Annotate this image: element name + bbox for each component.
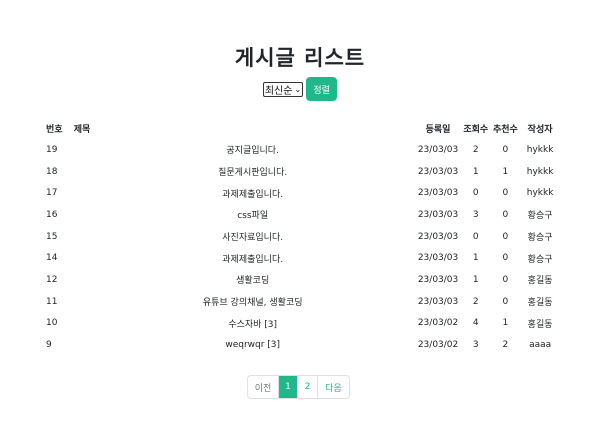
- table-row: 14 과제제출입니다. 23/03/03 1 0 황승구: [40, 247, 560, 269]
- post-views: 3: [472, 209, 479, 220]
- post-recommend: 0: [502, 274, 509, 285]
- post-author: aaaa: [529, 340, 552, 351]
- post-number: 15: [46, 231, 58, 242]
- page-1-button[interactable]: 1: [279, 376, 298, 398]
- table-row: 11 유튜브 강의채널, 생활코딩 23/03/03 2 0 홍길동: [40, 291, 560, 313]
- sort-button[interactable]: 정렬: [306, 77, 338, 101]
- next-page-button[interactable]: 다음: [318, 376, 349, 398]
- post-number: 16: [46, 209, 58, 220]
- post-views: 3: [472, 340, 479, 351]
- table-row: 19 공지글입니다. 23/03/03 2 0 hykkk: [40, 139, 560, 161]
- chevron-down-icon: ⌄: [294, 84, 302, 94]
- post-number: 10: [46, 318, 58, 329]
- table-row: 9 weqrwqr [3] 23/03/02 3 2 aaaa: [40, 334, 560, 356]
- post-date: 23/03/03: [417, 188, 459, 199]
- post-author: hykkk: [526, 166, 554, 177]
- post-recommend: 0: [502, 188, 509, 199]
- column-header-recommend: 추천수: [492, 124, 518, 135]
- post-title-link[interactable]: 사진자료입니다.: [90, 226, 415, 248]
- post-author: hykkk: [526, 188, 554, 199]
- post-views: 2: [472, 144, 479, 155]
- post-recommend: 0: [502, 144, 509, 155]
- post-number: 17: [46, 188, 58, 199]
- post-date: 23/03/02: [417, 318, 459, 329]
- post-title-link[interactable]: 공지글입니다.: [90, 139, 415, 161]
- post-views: 0: [472, 188, 479, 199]
- post-number: 11: [46, 296, 58, 307]
- prev-page-button[interactable]: 이전: [248, 376, 279, 398]
- page-title: 게시글 리스트: [234, 45, 366, 70]
- table-row: 10 수스자바 [3] 23/03/02 4 1 홍길동: [40, 313, 560, 335]
- column-header-date: 등록일: [425, 124, 451, 135]
- post-recommend: 1: [502, 318, 509, 329]
- post-author: 홍길동: [527, 298, 553, 309]
- column-header-number-title: 번호 제목: [46, 124, 91, 135]
- post-recommend: 0: [502, 253, 509, 264]
- post-views: 1: [472, 274, 479, 285]
- post-author: 홍길동: [527, 319, 553, 330]
- post-author: hykkk: [526, 144, 554, 155]
- post-recommend: 0: [502, 231, 509, 242]
- post-title-link[interactable]: 과제제출입니다.: [90, 182, 415, 204]
- post-date: 23/03/03: [417, 209, 459, 220]
- post-title-link[interactable]: 생활코딩: [90, 269, 415, 291]
- post-number: 19: [46, 144, 58, 155]
- post-author: 홍길동: [527, 276, 553, 287]
- post-number: 12: [46, 274, 58, 285]
- post-title-link[interactable]: 질문게시판입니다.: [90, 161, 415, 183]
- post-date: 23/03/03: [417, 253, 459, 264]
- post-recommend: 2: [502, 340, 509, 351]
- post-date: 23/03/03: [417, 296, 459, 307]
- post-views: 1: [472, 166, 479, 177]
- post-date: 23/03/03: [417, 144, 459, 155]
- table-row: 15 사진자료입니다. 23/03/03 0 0 황승구: [40, 226, 560, 248]
- pagination: 이전 1 2 다음: [247, 375, 350, 399]
- page-2-button[interactable]: 2: [298, 376, 318, 398]
- column-header-views: 조회수: [463, 124, 489, 135]
- post-recommend: 0: [502, 296, 509, 307]
- table-row: 17 과제제출입니다. 23/03/03 0 0 hykkk: [40, 182, 560, 204]
- post-table: 번호 제목 등록일 조회수 추천수 작성자 19 공지글입니다. 23/03/03 2…: [40, 117, 560, 356]
- table-row: 12 생활코딩 23/03/03 1 0 홍길동: [40, 269, 560, 291]
- post-number: 9: [46, 340, 52, 351]
- post-views: 2: [472, 296, 479, 307]
- post-title-link[interactable]: weqrwqr [3]: [90, 334, 415, 356]
- post-author: 황승구: [527, 211, 553, 222]
- table-header-row: 번호 제목 등록일 조회수 추천수 작성자: [40, 117, 560, 139]
- post-views: 4: [472, 318, 479, 329]
- sort-select-value: 최신순: [264, 85, 293, 97]
- post-number: 18: [46, 166, 58, 177]
- column-header-spacer: [90, 117, 415, 139]
- post-date: 23/03/03: [417, 274, 459, 285]
- sort-controls: 최신순 ⌄ 정렬: [0, 77, 600, 101]
- post-title-link[interactable]: 유튜브 강의채널, 생활코딩: [90, 291, 415, 313]
- table-row: 18 질문게시판입니다. 23/03/03 1 1 hykkk: [40, 161, 560, 183]
- post-author: 황승구: [527, 254, 553, 265]
- post-title-link[interactable]: 과제제출입니다.: [90, 247, 415, 269]
- post-date: 23/03/03: [417, 231, 459, 242]
- post-recommend: 0: [502, 209, 509, 220]
- column-header-author: 작성자: [527, 124, 553, 135]
- post-views: 1: [472, 253, 479, 264]
- post-title-link[interactable]: 수스자바 [3]: [90, 313, 415, 335]
- post-date: 23/03/03: [417, 166, 459, 177]
- table-row: 16 css파일 23/03/03 3 0 황승구: [40, 204, 560, 226]
- post-number: 14: [46, 253, 58, 264]
- sort-select[interactable]: 최신순 ⌄: [262, 81, 304, 97]
- post-author: 황승구: [527, 233, 553, 244]
- post-title-link[interactable]: css파일: [90, 204, 415, 226]
- post-recommend: 1: [502, 166, 509, 177]
- post-date: 23/03/02: [417, 340, 459, 351]
- post-views: 0: [472, 231, 479, 242]
